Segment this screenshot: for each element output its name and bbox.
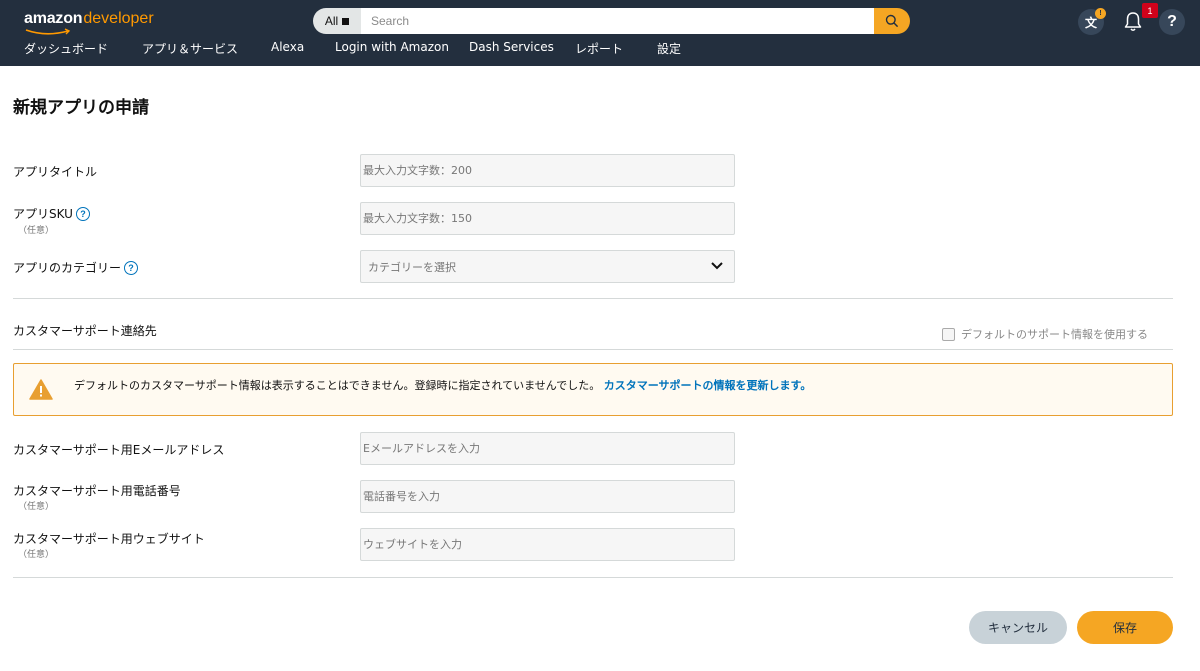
dropdown-marker-icon xyxy=(342,17,350,25)
use-default-support-option[interactable]: デフォルトのサポート情報を使用する xyxy=(942,326,1148,342)
search-scope-label: All xyxy=(324,14,339,28)
app-title-label-text: アプリタイトル xyxy=(13,165,98,179)
support-phone-label: カスタマーサポート用電話番号 xyxy=(13,482,181,499)
nav-item-settings[interactable]: 設定 xyxy=(657,40,681,57)
page-title: 新規アプリの申請 xyxy=(13,98,149,118)
update-support-info-link[interactable]: カスタマーサポートの情報を更新します。 xyxy=(604,379,812,392)
support-website-label-text: カスタマーサポート用ウェブサイト xyxy=(13,532,205,546)
notification-count-badge: 1 xyxy=(1142,3,1158,18)
main-nav: ダッシュボード アプリ＆サービス Alexa Login with Amazon… xyxy=(0,40,1200,60)
top-header: amazon developer All 文 ! 1 ? xyxy=(0,0,1200,66)
support-website-label: カスタマーサポート用ウェブサイト xyxy=(13,530,205,547)
category-select-value: カテゴリーを選択 xyxy=(368,260,456,274)
category-label: アプリのカテゴリー ? xyxy=(13,259,139,276)
search-scope-dropdown[interactable]: All xyxy=(313,8,361,34)
logo-developer-text: developer xyxy=(83,10,154,27)
nav-item-alexa[interactable]: Alexa xyxy=(271,40,304,54)
nav-item-login-with-amazon[interactable]: Login with Amazon xyxy=(335,40,449,54)
app-title-input[interactable] xyxy=(360,154,735,187)
divider xyxy=(13,298,1173,299)
save-button[interactable]: 保存 xyxy=(1077,611,1173,644)
support-website-input[interactable] xyxy=(360,528,735,561)
support-email-label-text: カスタマーサポート用Eメールアドレス xyxy=(13,443,225,457)
support-email-input[interactable] xyxy=(360,432,735,465)
divider xyxy=(13,349,1173,350)
app-sku-label-text: アプリSKU xyxy=(13,207,73,221)
warning-alert: デフォルトのカスタマーサポート情報は表示することはできません。登録時に指定されて… xyxy=(13,363,1173,416)
language-badge: ! xyxy=(1095,8,1106,19)
logo-amazon-text: amazon xyxy=(24,10,83,27)
help-button[interactable]: ? xyxy=(1159,9,1185,35)
support-phone-optional: （任意） xyxy=(18,502,55,512)
category-select[interactable]: カテゴリーを選択 xyxy=(360,250,735,283)
nav-item-reports[interactable]: レポート xyxy=(575,40,623,57)
alert-message: デフォルトのカスタマーサポート情報は表示することはできません。登録時に指定されて… xyxy=(74,377,811,393)
support-phone-label-text: カスタマーサポート用電話番号 xyxy=(13,484,181,498)
help-circle-icon[interactable]: ? xyxy=(124,260,139,275)
support-section-heading: カスタマーサポート連絡先 xyxy=(13,322,157,339)
app-sku-input[interactable] xyxy=(360,202,735,235)
nav-item-apps-services[interactable]: アプリ＆サービス xyxy=(142,40,238,57)
support-phone-input[interactable] xyxy=(360,480,735,513)
alert-text: デフォルトのカスタマーサポート情報は表示することはできません。登録時に指定されて… xyxy=(74,379,601,392)
support-email-label: カスタマーサポート用Eメールアドレス xyxy=(13,441,224,458)
help-circle-icon[interactable]: ? xyxy=(75,206,90,221)
app-sku-optional: （任意） xyxy=(18,226,55,236)
use-default-support-checkbox[interactable] xyxy=(942,327,955,341)
nav-item-dash-services[interactable]: Dash Services xyxy=(469,40,554,54)
support-section-heading-text: カスタマーサポート連絡先 xyxy=(13,324,157,338)
bell-icon xyxy=(1124,12,1142,31)
chevron-down-icon xyxy=(711,262,723,270)
divider xyxy=(13,577,1173,578)
help-icon: ? xyxy=(1167,13,1177,30)
support-website-optional: （任意） xyxy=(18,550,55,560)
app-title-label: アプリタイトル xyxy=(13,163,97,180)
search-button[interactable] xyxy=(874,8,910,34)
app-sku-label: アプリSKU ? xyxy=(13,205,90,222)
use-default-support-label: デフォルトのサポート情報を使用する xyxy=(961,328,1148,341)
logo-smile-icon xyxy=(25,28,71,35)
amazon-developer-logo[interactable]: amazon developer xyxy=(24,10,154,35)
category-label-text: アプリのカテゴリー xyxy=(13,261,122,275)
search-icon xyxy=(885,14,899,28)
search-bar: All xyxy=(313,8,910,34)
warning-icon xyxy=(29,379,53,400)
cancel-button[interactable]: キャンセル xyxy=(969,611,1067,644)
nav-item-dashboard[interactable]: ダッシュボード xyxy=(24,40,108,57)
search-input[interactable] xyxy=(361,8,874,34)
